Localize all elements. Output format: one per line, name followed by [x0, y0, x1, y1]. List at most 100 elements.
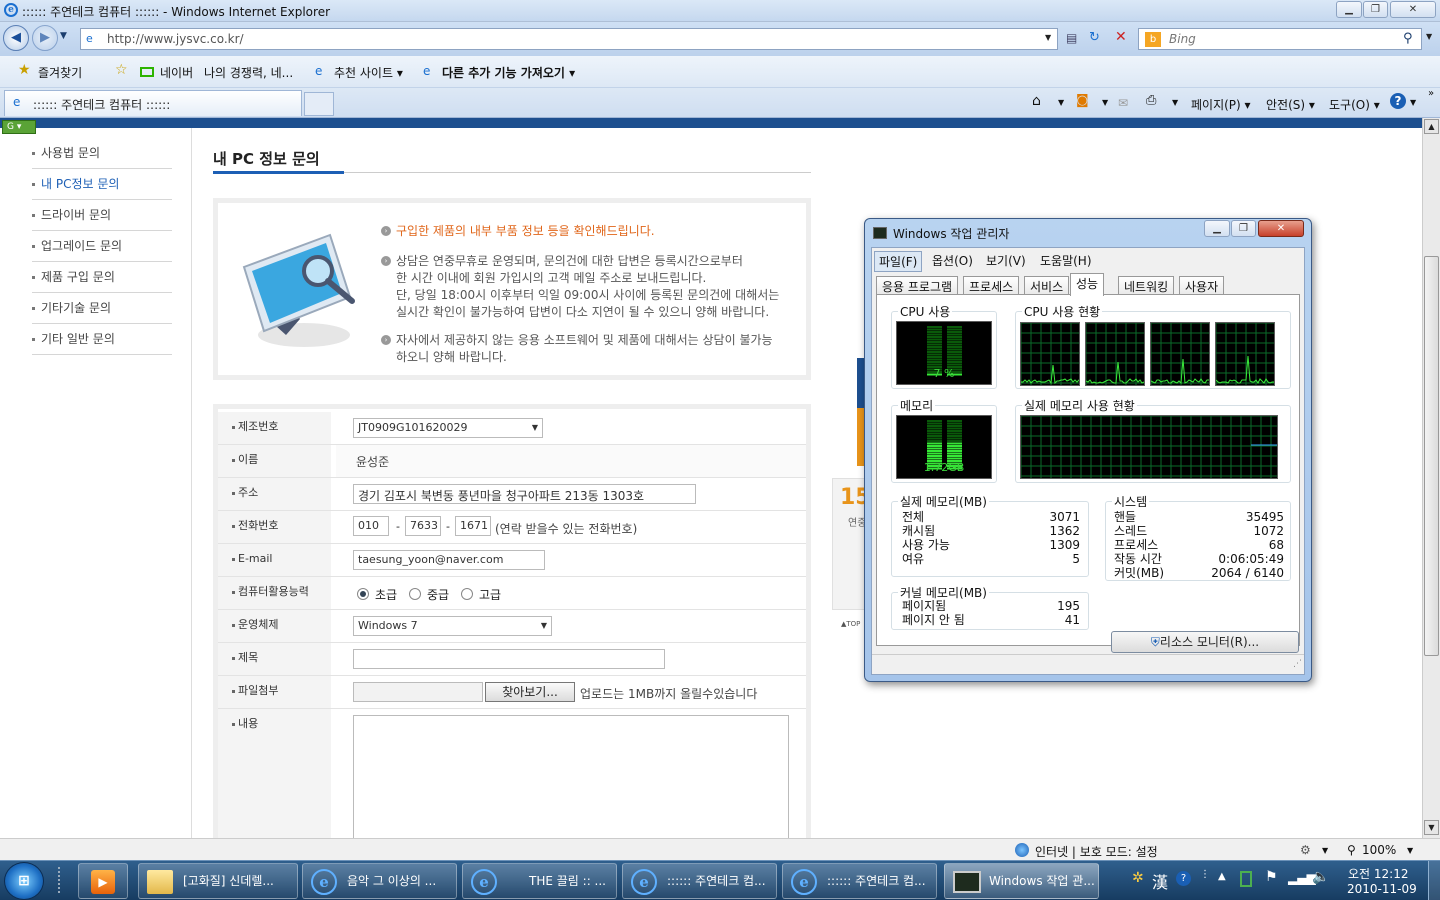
ime-help-icon[interactable]: ?	[1176, 871, 1191, 886]
scroll-up-icon[interactable]: ▲	[1424, 119, 1439, 134]
tm-tab-performance[interactable]: 성능	[1070, 273, 1105, 296]
url-dropdown-icon[interactable]: ▼	[1045, 33, 1051, 42]
ime-options-icon[interactable]: ⋮	[1200, 869, 1210, 880]
scroll-thumb[interactable]	[1424, 256, 1439, 656]
radio-advanced[interactable]	[461, 588, 473, 600]
subject-input[interactable]	[353, 649, 665, 669]
add-favorite-icon[interactable]: ☆	[115, 62, 128, 78]
tm-tab-applications[interactable]: 응용 프로그램	[876, 276, 959, 295]
zoom-icon[interactable]: ⚲	[1347, 843, 1356, 857]
serial-select[interactable]: JT0909G101620029	[353, 418, 543, 438]
resize-grip-icon[interactable]: ⋰	[1293, 659, 1302, 669]
feeds-dropdown-icon[interactable]: ▼	[1102, 98, 1108, 107]
sidebar-item-tech[interactable]: 기타기술 문의	[32, 293, 172, 324]
taskbar-item-task-manager[interactable]: Windows 작업 관...	[944, 863, 1099, 899]
chevron-more-icon[interactable]: »	[1428, 88, 1434, 99]
close-button[interactable]: ✕	[1390, 1, 1436, 18]
recent-pages-icon[interactable]: ▼	[60, 31, 67, 41]
page-menu[interactable]: 페이지(P) ▾	[1191, 96, 1251, 113]
tm-menu-file[interactable]: 파일(F)	[874, 251, 923, 272]
search-field[interactable]: b Bing ⚲	[1138, 28, 1422, 50]
back-button[interactable]: ◀	[3, 25, 29, 51]
stop-icon[interactable]: ✕	[1115, 29, 1127, 45]
maximize-button[interactable]: ❐	[1363, 1, 1388, 18]
browse-button[interactable]: 찾아보기...	[485, 682, 575, 702]
battery-icon[interactable]	[1240, 871, 1252, 887]
taskbar-item-the-kkeullim[interactable]: e THE 끌림 :: ...	[462, 863, 617, 899]
help-icon[interactable]: ?	[1390, 93, 1406, 109]
media-player-button[interactable]: ▶	[78, 863, 128, 899]
fav-item-get-addons[interactable]: 다른 추가 기능 가져오기 ▾	[442, 64, 575, 81]
show-hidden-icons[interactable]: ▲	[1218, 871, 1226, 882]
volume-icon[interactable]: 🔈	[1312, 869, 1329, 885]
top-link[interactable]: ▲TOP	[841, 620, 860, 628]
address-field[interactable]: e http://www.jysvc.co.kr/ ▼	[80, 28, 1058, 50]
tm-tab-processes[interactable]: 프로세스	[963, 276, 1020, 295]
sidebar-item-usage[interactable]: 사용법 문의	[32, 138, 172, 169]
feeds-icon[interactable]: ◙	[1076, 93, 1089, 108]
os-select[interactable]: Windows 7	[353, 616, 552, 636]
scroll-down-icon[interactable]: ▼	[1424, 820, 1439, 835]
resource-monitor-button[interactable]: ⛨리소스 모니터(R)...	[1111, 631, 1299, 653]
file-path-input[interactable]	[353, 682, 483, 702]
taskbar-item-jooyon-1[interactable]: e :::::: 주연테크 컴...	[622, 863, 777, 899]
tm-tab-services[interactable]: 서비스	[1024, 276, 1070, 295]
help-dropdown-icon[interactable]: ▼	[1410, 98, 1416, 107]
clock-date[interactable]: 2010-11-09	[1347, 882, 1417, 896]
radio-beginner[interactable]	[357, 588, 369, 600]
start-button[interactable]: ⊞	[4, 862, 44, 900]
tm-menu-options[interactable]: 옵션(O)	[928, 251, 977, 270]
sidebar-item-driver[interactable]: 드라이버 문의	[32, 200, 172, 231]
zoom-level[interactable]: 100%	[1362, 843, 1396, 857]
phone2-input[interactable]: 7633	[405, 516, 441, 536]
sidebar-item-my-pc[interactable]: 내 PC정보 문의	[32, 169, 172, 200]
forward-button[interactable]: ▶	[32, 25, 58, 51]
minimize-button[interactable]: ▁	[1336, 1, 1362, 18]
sidebar-item-general[interactable]: 기타 일반 문의	[32, 324, 172, 355]
ime-hanja[interactable]: 漢	[1152, 869, 1168, 893]
fav-item-competitiveness[interactable]: 나의 경쟁력, 네...	[204, 64, 293, 81]
search-icon[interactable]: ⚲	[1403, 31, 1413, 46]
fav-item-naver[interactable]: 네이버	[160, 64, 193, 81]
print-dropdown-icon[interactable]: ▼	[1172, 98, 1178, 107]
security-icon[interactable]: ⚙	[1300, 843, 1311, 857]
refresh-icon[interactable]: ↻	[1089, 30, 1100, 45]
tools-menu[interactable]: 도구(O) ▾	[1329, 96, 1380, 113]
home-icon[interactable]: ⌂	[1032, 93, 1041, 109]
mail-icon[interactable]: ✉	[1118, 96, 1128, 110]
tm-minimize-button[interactable]: ▁	[1204, 220, 1230, 237]
sidebar-item-purchase[interactable]: 제품 구입 문의	[32, 262, 172, 293]
address-input[interactable]: 경기 김포시 북변동 풍년마을 청구아파트 213동 1303호	[353, 484, 696, 504]
taskbar-item-folder[interactable]: [고화질] 신데렐...	[138, 863, 298, 899]
taskbar-item-jooyon-2[interactable]: e :::::: 주연테크 컴...	[782, 863, 937, 899]
print-icon[interactable]: ⎙	[1146, 93, 1156, 108]
clock-time[interactable]: 오전 12:12	[1348, 865, 1408, 882]
phone3-input[interactable]: 1671	[455, 516, 491, 536]
tm-menu-view[interactable]: 보기(V)	[982, 251, 1030, 270]
home-dropdown-icon[interactable]: ▼	[1058, 98, 1064, 107]
search-options-icon[interactable]: ▼	[1426, 32, 1432, 41]
security-dropdown-icon[interactable]: ▼	[1322, 846, 1328, 855]
tm-tab-users[interactable]: 사용자	[1179, 276, 1225, 295]
content-textarea[interactable]	[353, 715, 789, 838]
phone1-input[interactable]: 010	[353, 516, 389, 536]
show-desktop-button[interactable]	[1428, 861, 1440, 900]
fav-item-suggested-sites[interactable]: 추천 사이트 ▾	[334, 64, 403, 81]
tab-jooyon[interactable]: e :::::: 주연테크 컴퓨터 ::::::	[4, 90, 302, 116]
radio-intermediate[interactable]	[409, 588, 421, 600]
tm-menu-help[interactable]: 도움말(H)	[1036, 251, 1096, 270]
taskbar-item-music[interactable]: e 음악 그 이상의 ...	[302, 863, 457, 899]
safety-menu[interactable]: 안전(S) ▾	[1266, 96, 1315, 113]
email-input[interactable]: taesung_yoon@naver.com	[353, 550, 545, 570]
tm-close-button[interactable]: ✕	[1258, 220, 1304, 237]
new-tab-button[interactable]	[304, 92, 334, 116]
sidebar-item-upgrade[interactable]: 업그레이드 문의	[32, 231, 172, 262]
tm-tab-networking[interactable]: 네트워킹	[1118, 276, 1175, 295]
action-center-icon[interactable]: ⚑	[1265, 869, 1278, 885]
zoom-dropdown-icon[interactable]: ▼	[1407, 846, 1413, 855]
compat-view-icon[interactable]: ▤	[1066, 31, 1077, 45]
favorites-button[interactable]: 즐겨찾기	[38, 64, 82, 81]
ime-icon[interactable]: ✲	[1132, 870, 1144, 886]
page-scrollbar[interactable]: ▲ ▼	[1422, 118, 1440, 838]
tm-maximize-button[interactable]: ❐	[1231, 220, 1256, 237]
